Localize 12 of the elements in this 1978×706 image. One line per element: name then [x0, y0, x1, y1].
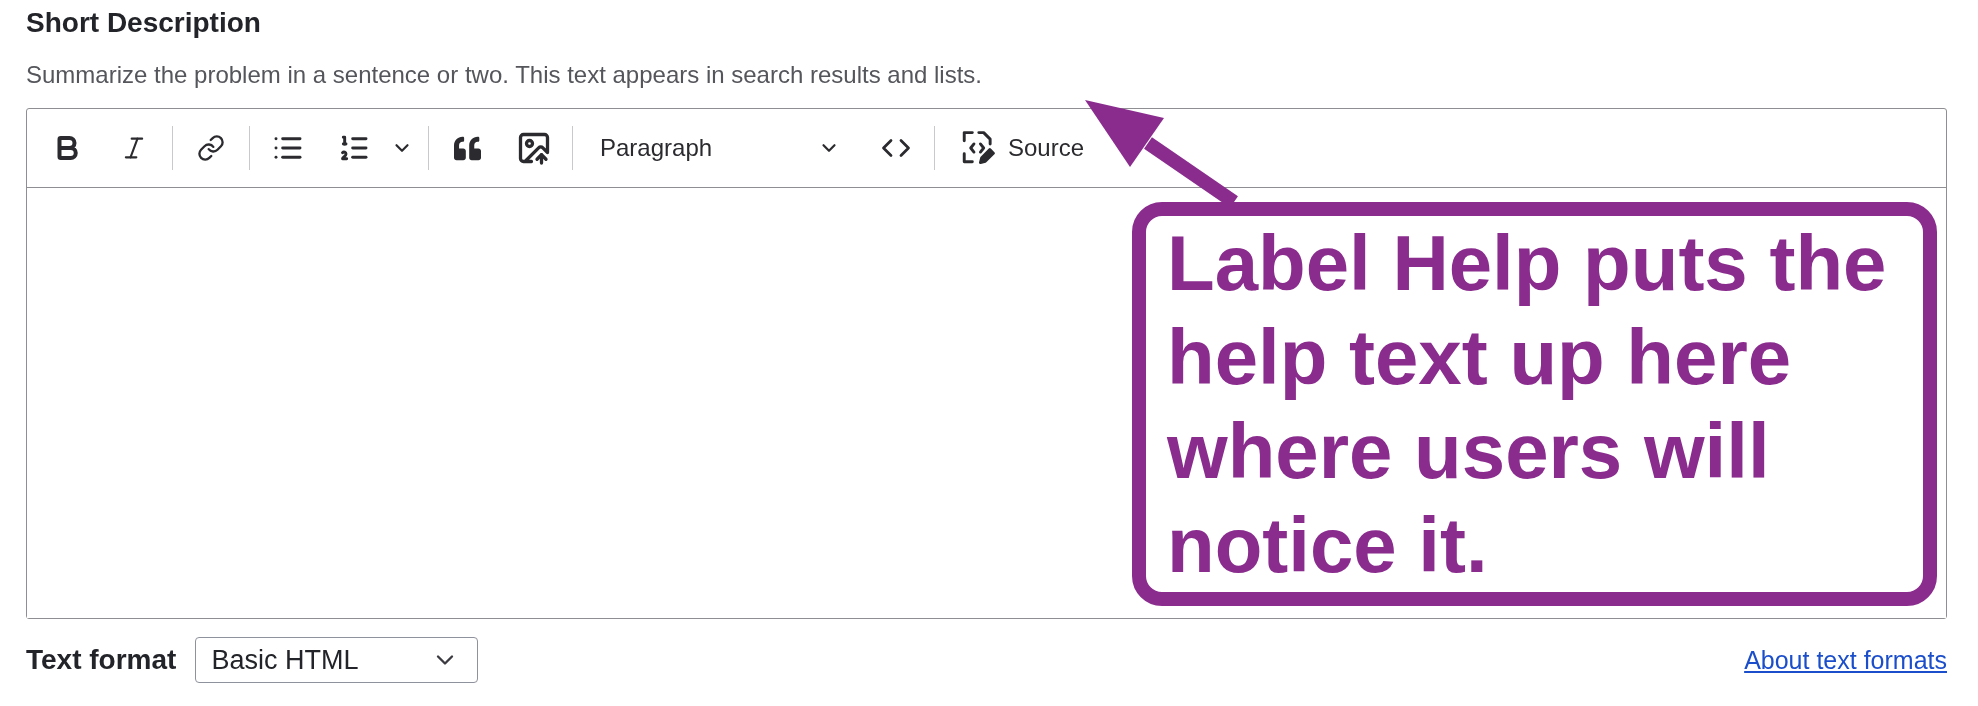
source-code-icon	[961, 131, 995, 165]
annotation-text: Label Help puts the help text up here where users will notice it.	[1167, 218, 1888, 591]
heading-dropdown[interactable]: Paragraph	[582, 123, 858, 173]
field-label: Short Description	[26, 6, 262, 40]
text-format-select[interactable]: Basic HTML	[195, 637, 479, 683]
link-icon	[197, 134, 225, 162]
image-upload-icon	[516, 130, 552, 166]
field-description: Summarize the problem in a sentence or two. This text appears in search results and lists.	[26, 60, 983, 90]
quote-icon	[453, 134, 481, 162]
source-button[interactable]: Source	[944, 123, 1104, 173]
text-format-label: Text format	[26, 644, 177, 676]
about-text-formats-link[interactable]: About text formats	[1744, 645, 1947, 675]
